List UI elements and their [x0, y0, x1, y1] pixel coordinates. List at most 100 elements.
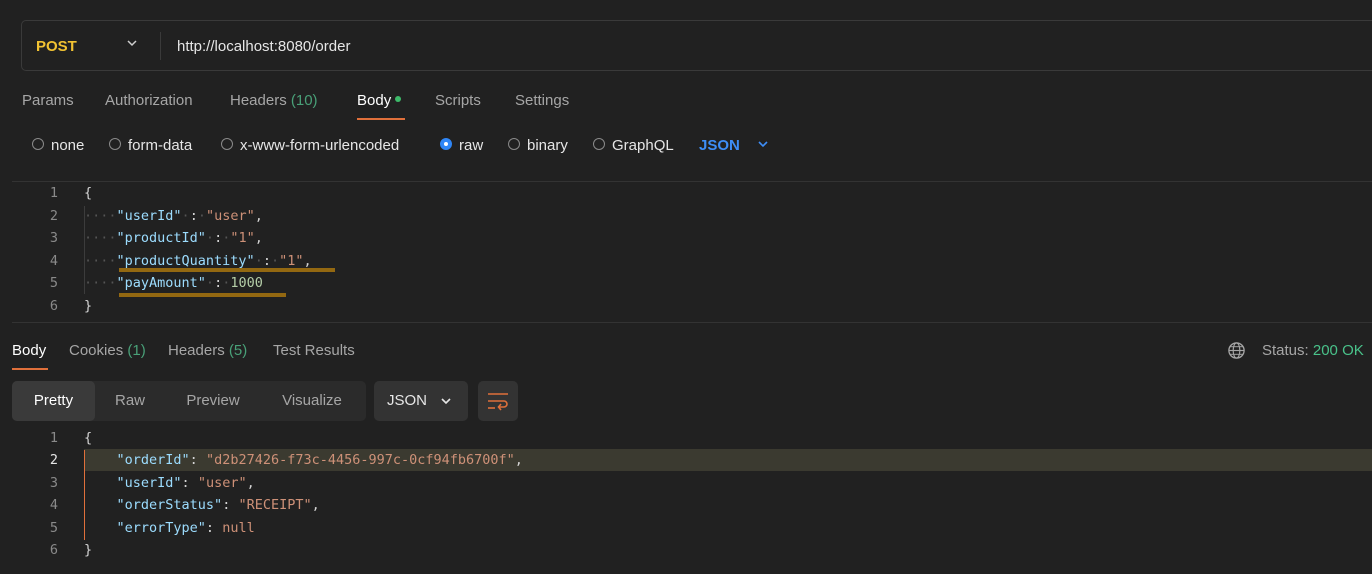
json-value: "user" — [197, 475, 247, 491]
status-label: Status: — [1262, 342, 1309, 359]
radio-raw[interactable]: raw — [440, 137, 483, 154]
response-tab-body[interactable]: Body — [12, 342, 46, 359]
code-line: ····"productId"·:·"1", — [84, 230, 263, 246]
url-bar: POST http://localhost:8080/order — [21, 20, 1372, 71]
json-key: "orderId" — [116, 452, 190, 468]
radio-circle-selected — [440, 138, 452, 151]
active-tab-underline — [357, 118, 405, 120]
status-value: 200 OK — [1312, 342, 1364, 359]
code-line: { — [84, 430, 92, 446]
json-key: "productId" — [116, 230, 206, 246]
json-key: "orderStatus" — [116, 497, 223, 513]
json-key: "errorType" — [116, 520, 206, 536]
line-number: 5 — [49, 520, 58, 536]
json-key: "userId" — [116, 208, 182, 224]
radio-none[interactable]: none — [32, 137, 84, 154]
radio-label: x-www-form-urlencoded — [240, 137, 400, 154]
json-value: "1" — [279, 253, 304, 269]
response-tab-test-results[interactable]: Test Results — [273, 342, 355, 359]
tab-label: Cookies — [69, 342, 124, 359]
response-tab-cookies[interactable]: Cookies (1) — [69, 342, 146, 359]
json-value: 1000 — [230, 275, 263, 291]
tab-body[interactable]: Body — [357, 92, 402, 109]
wrap-lines-button[interactable] — [478, 381, 518, 421]
globe-icon[interactable] — [1227, 341, 1246, 360]
radio-label: raw — [459, 137, 484, 154]
tab-body-label: Body — [357, 92, 392, 109]
code-line: ····"payAmount"·:·1000 — [84, 275, 263, 291]
headers-count: (5) — [228, 342, 248, 359]
radio-circle — [32, 138, 44, 151]
line-number: 2 — [49, 208, 58, 224]
radio-circle — [221, 138, 233, 151]
headers-count: (10) — [290, 92, 318, 109]
line-number: 5 — [49, 275, 58, 291]
code-line: ····"userId"·:·"user", — [84, 208, 263, 224]
view-preview-button[interactable]: Preview — [165, 381, 261, 421]
chevron-down-icon[interactable] — [126, 37, 138, 49]
code-line: } — [84, 298, 92, 314]
line-number: 3 — [49, 475, 58, 491]
code-line: "orderStatus": "RECEIPT", — [116, 497, 320, 513]
divider — [160, 32, 161, 60]
json-key: "productQuantity" — [116, 253, 255, 269]
line-number: 4 — [49, 253, 58, 269]
wrap-lines-icon — [488, 393, 508, 411]
response-tab-headers[interactable]: Headers (5) — [168, 342, 247, 359]
radio-circle — [508, 138, 520, 151]
modified-dot-icon — [395, 96, 402, 103]
json-value: "1" — [230, 230, 255, 246]
radio-label: binary — [527, 137, 568, 154]
view-raw-button[interactable]: Raw — [95, 381, 165, 421]
radio-binary[interactable]: binary — [508, 137, 568, 154]
radio-label: GraphQL — [612, 137, 674, 154]
json-key: "payAmount" — [116, 275, 206, 291]
code-line: "orderId": "d2b27426-f73c-4456-997c-0cf9… — [116, 452, 523, 468]
line-number: 1 — [49, 430, 58, 446]
line-number: 3 — [49, 230, 58, 246]
raw-format-label: JSON — [699, 137, 740, 154]
response-format-dropdown[interactable]: JSON — [374, 381, 468, 421]
brace: } — [84, 542, 93, 558]
json-value: "user" — [205, 208, 255, 224]
radio-urlencoded[interactable]: x-www-form-urlencoded — [221, 137, 399, 154]
chevron-down-icon — [758, 141, 768, 148]
brace: } — [84, 298, 93, 314]
line-number: 2 — [49, 452, 58, 468]
radio-form-data[interactable]: form-data — [109, 137, 192, 154]
url-input[interactable]: http://localhost:8080/order — [177, 38, 350, 55]
method-select[interactable]: POST — [36, 38, 77, 55]
view-visualize-button[interactable]: Visualize — [261, 381, 363, 421]
code-line: { — [84, 185, 92, 201]
request-body-editor[interactable] — [12, 181, 1372, 323]
line-number: 4 — [49, 497, 58, 513]
tab-label: Headers — [168, 342, 225, 359]
active-tab-underline — [12, 368, 48, 370]
brace: { — [84, 185, 93, 201]
tab-scripts[interactable]: Scripts — [435, 92, 481, 109]
code-line: ····"productQuantity"·:·"1", — [84, 253, 312, 269]
line-number: 6 — [49, 298, 58, 314]
radio-label: form-data — [128, 137, 193, 154]
radio-graphql[interactable]: GraphQL — [593, 137, 674, 154]
radio-label: none — [51, 137, 85, 154]
highlight-mark — [119, 293, 286, 297]
json-value: null — [222, 520, 255, 536]
json-value: "RECEIPT" — [238, 497, 312, 513]
line-number: 1 — [49, 185, 58, 201]
line-number: 6 — [49, 542, 58, 558]
brace: { — [84, 430, 93, 446]
tab-authorization[interactable]: Authorization — [105, 92, 193, 109]
code-line: "userId": "user", — [116, 475, 255, 491]
radio-circle — [109, 138, 121, 151]
raw-format-dropdown[interactable]: JSON — [699, 137, 768, 154]
radio-circle — [593, 138, 605, 151]
view-pretty-button[interactable]: Pretty — [12, 381, 95, 421]
json-key: "userId" — [116, 475, 182, 491]
response-status: Status: 200 OK — [1262, 342, 1364, 359]
code-line: "errorType": null — [116, 520, 255, 536]
tab-settings[interactable]: Settings — [515, 92, 569, 109]
cookies-count: (1) — [127, 342, 146, 359]
tab-params[interactable]: Params — [22, 92, 74, 109]
tab-headers[interactable]: Headers (10) — [230, 92, 318, 109]
